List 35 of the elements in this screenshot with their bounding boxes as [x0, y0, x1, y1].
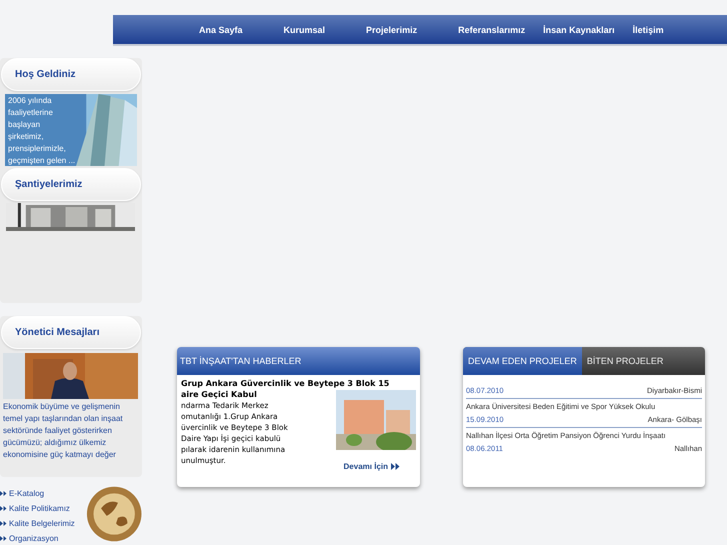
sidebar-link[interactable]: Organizasyon	[0, 532, 86, 545]
nav-link[interactable]: Referanslarımız	[458, 24, 526, 34]
welcome-text: geçmişten gelen ...	[8, 155, 76, 167]
manager-message: ekonomisine güç katmayı değer	[3, 448, 117, 461]
welcome-text: şirketimiz,	[8, 131, 45, 143]
double-arrow-icon	[0, 536, 7, 541]
tab[interactable]: DEVAM EDEN PROJELER	[463, 347, 582, 375]
news-title: TBT İNŞAAT'TAN HABERLER	[177, 347, 420, 375]
nav-link[interactable]: Projelerimiz	[366, 24, 418, 34]
sidebar-link[interactable]: Kalite Politikamız	[0, 502, 86, 515]
nav-link[interactable]: İletişim	[632, 24, 664, 34]
tab[interactable]: BİTEN PROJELER	[582, 347, 668, 375]
manager-message: sektöründe faaliyet gösterirken	[3, 424, 113, 437]
globe-medal-icon	[86, 485, 142, 543]
double-arrow-icon	[0, 506, 7, 511]
nav-link[interactable]: Ana Sayfa	[199, 24, 243, 34]
double-arrow-icon	[0, 491, 7, 496]
double-arrow-icon	[391, 463, 400, 470]
manager-message: temel yapı taşlarından olan inşaat	[3, 412, 124, 425]
section-header: Yönetici Mesajları	[1, 316, 141, 349]
welcome-text: prensiplerimizle,	[8, 143, 67, 155]
welcome-text: 2006 yılında	[8, 95, 53, 107]
news-headline: aire Geçici Kabul	[181, 389, 258, 400]
section-header: Hoş Geldiniz	[1, 58, 141, 91]
nav-link[interactable]: Kurumsal	[284, 24, 326, 34]
double-arrow-icon	[0, 521, 7, 526]
nav-link[interactable]: İnsan Kaynakları	[543, 24, 615, 34]
news-headline: Grup Ankara Güvercinlik ve Beytepe 3 Blok 15	[181, 378, 390, 389]
manager-message: gücümüzü; aldığımız ülkemiz	[3, 436, 108, 449]
welcome-text: faaliyetlerine	[8, 107, 54, 119]
sidebar-link[interactable]: E-Katalog	[0, 487, 86, 500]
section-header: Şantiyelerimiz	[1, 168, 141, 201]
welcome-text: başlayan	[8, 119, 42, 131]
manager-message: Ekonomik büyüme ve gelişmenin	[3, 400, 121, 413]
sidebar-link[interactable]: Kalite Belgelerimiz	[0, 517, 86, 530]
